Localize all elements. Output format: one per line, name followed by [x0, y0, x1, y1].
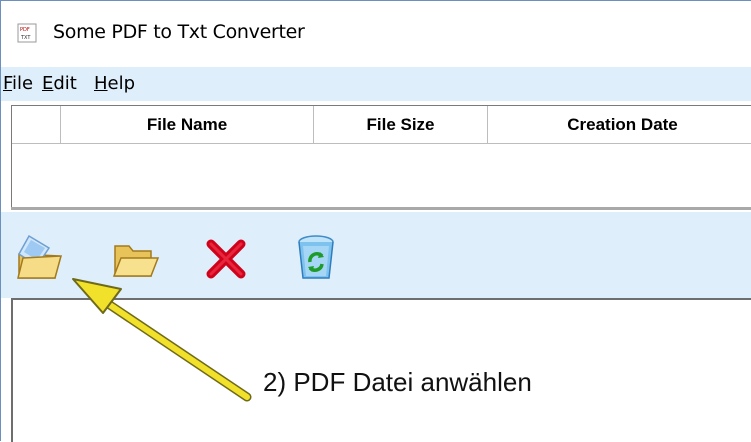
file-list[interactable]: File Name File Size Creation Date: [11, 105, 751, 208]
window-title: Some PDF to Txt Converter: [53, 21, 305, 43]
annotation-arrow: [72, 278, 252, 402]
column-header-file-name[interactable]: File Name: [61, 106, 314, 143]
svg-text:TXT: TXT: [20, 35, 31, 41]
menu-help[interactable]: Help: [94, 73, 135, 94]
menu-help-accel: H: [94, 73, 108, 94]
recycle-bin-icon[interactable]: [291, 232, 341, 284]
menu-edit-accel: E: [42, 73, 54, 94]
file-list-header: File Name File Size Creation Date: [12, 106, 751, 144]
menu-file-accel: F: [3, 73, 13, 94]
annotation-label: 2) PDF Datei anwählen: [263, 367, 532, 397]
title-bar: PDF TXT Some PDF to Txt Converter: [1, 1, 751, 61]
file-list-scroll-edge: [11, 207, 751, 210]
pdf-txt-app-icon: PDF TXT: [17, 23, 37, 43]
column-header-file-size[interactable]: File Size: [314, 106, 488, 143]
menu-edit-label: dit: [53, 73, 77, 94]
app-window: PDF TXT Some PDF to Txt Converter File E…: [0, 0, 751, 442]
column-header-creation-date[interactable]: Creation Date: [488, 106, 751, 143]
menu-edit[interactable]: Edit: [42, 73, 77, 94]
svg-text:PDF: PDF: [20, 27, 30, 33]
column-header-select[interactable]: [12, 106, 61, 143]
menu-file-label: ile: [12, 73, 34, 94]
menu-file[interactable]: File: [3, 73, 33, 94]
menu-help-label: elp: [107, 73, 136, 94]
menu-bar: File Edit Help: [1, 67, 751, 101]
